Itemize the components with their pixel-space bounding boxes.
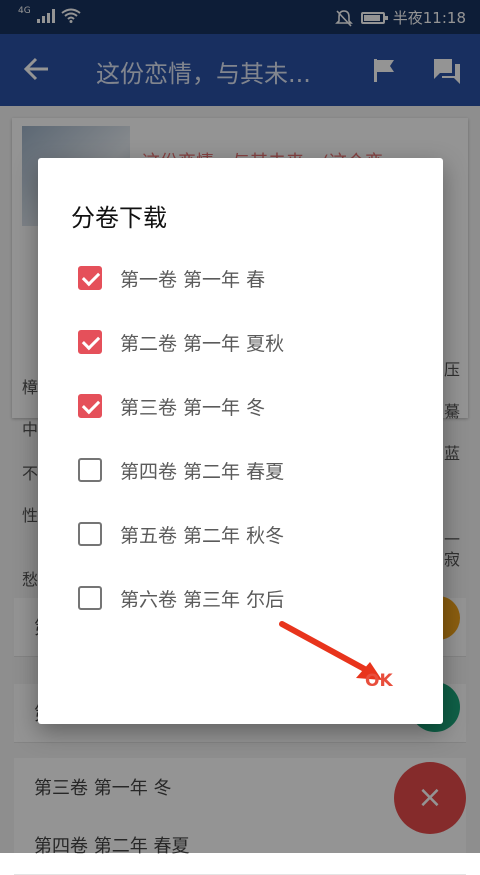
- volume-option[interactable]: 第一卷 第一年 春: [78, 258, 265, 298]
- volume-option[interactable]: 第五卷 第二年 秋冬: [78, 514, 284, 554]
- checkbox-unchecked[interactable]: [78, 586, 102, 610]
- volume-option[interactable]: 第四卷 第二年 春夏: [78, 450, 284, 490]
- volume-option[interactable]: 第六卷 第三年 尔后: [78, 578, 284, 618]
- volume-option[interactable]: 第二卷 第一年 夏秋: [78, 322, 284, 362]
- volume-option[interactable]: 第三卷 第一年 冬: [78, 386, 265, 426]
- volume-option-label: 第三卷 第一年 冬: [120, 396, 266, 419]
- checkbox-unchecked[interactable]: [78, 522, 102, 546]
- volume-option-label: 第四卷 第二年 春夏: [120, 460, 285, 483]
- checkbox-checked[interactable]: [78, 330, 102, 354]
- checkbox-checked[interactable]: [78, 394, 102, 418]
- volume-option-label: 第一卷 第一年 春: [120, 268, 266, 291]
- volume-option-label: 第六卷 第三年 尔后: [120, 588, 285, 611]
- volume-option-label: 第五卷 第二年 秋冬: [120, 524, 285, 547]
- checkbox-unchecked[interactable]: [78, 458, 102, 482]
- volume-download-dialog: 分卷下载 第一卷 第一年 春第二卷 第一年 夏秋 第三卷 第一年 冬第四卷 第二年…: [38, 158, 443, 724]
- ok-button[interactable]: OK: [365, 671, 393, 691]
- checkbox-checked[interactable]: [78, 266, 102, 290]
- volume-option-label: 第二卷 第一年 夏秋: [120, 332, 285, 355]
- dialog-title: 分卷下载: [71, 204, 167, 232]
